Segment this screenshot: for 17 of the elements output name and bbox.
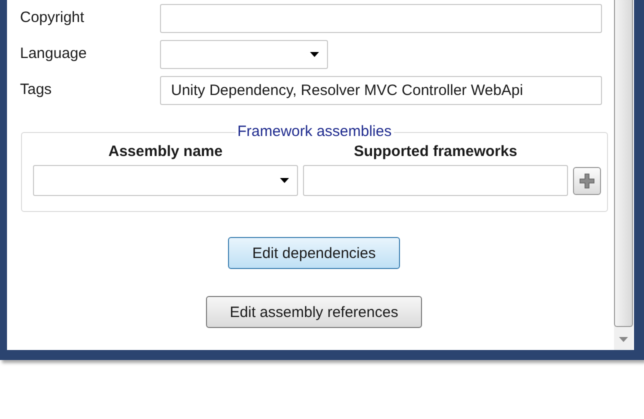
scroll-down-icon[interactable] xyxy=(619,337,628,342)
plus-icon xyxy=(579,172,595,188)
column-header: Assembly name xyxy=(107,143,224,160)
field-label: Language xyxy=(19,45,88,62)
frameworks-field[interactable] xyxy=(303,165,568,196)
caret-icon xyxy=(310,52,319,57)
assembly-dropdown[interactable] xyxy=(33,165,298,196)
column-header: Supported frameworks xyxy=(352,143,518,160)
add-button[interactable] xyxy=(573,166,601,194)
field-label: Copyright xyxy=(19,9,86,26)
text-field[interactable] xyxy=(160,4,602,33)
field-label: Tags xyxy=(19,81,53,98)
action-button[interactable]: Edit dependencies xyxy=(228,237,400,269)
caret-icon xyxy=(280,178,289,183)
text-field[interactable]: Unity Dependency, Resolver MVC Controller WebApi xyxy=(160,76,602,105)
language-dropdown[interactable] xyxy=(160,40,328,69)
action-button[interactable]: Edit assembly references xyxy=(206,296,422,328)
